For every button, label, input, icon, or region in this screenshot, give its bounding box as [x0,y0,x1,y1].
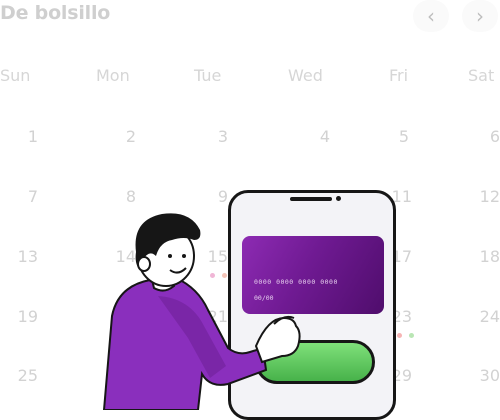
weekday-fri: Fri [389,66,409,85]
day-cell[interactable]: 3 [198,127,228,146]
weekday-tue: Tue [194,66,222,85]
day-cell[interactable]: 9 [198,187,228,206]
decor-dot [409,333,414,338]
hand-shape [254,316,301,364]
weekday-wed: Wed [288,66,323,85]
chevron-right-icon: › [476,4,484,28]
day-cell[interactable]: 2 [106,127,136,146]
day-cell[interactable]: 25 [8,366,38,385]
next-month-button[interactable]: › [462,0,498,32]
day-cell[interactable]: 8 [106,187,136,206]
decor-dot [397,333,402,338]
day-cell[interactable]: 4 [300,127,330,146]
calendar-title: De bolsillo [0,2,111,24]
day-cell[interactable]: 7 [8,187,38,206]
day-cell[interactable]: 5 [379,127,409,146]
day-cell[interactable]: 6 [470,127,500,146]
weekday-sat: Sat [468,66,495,85]
weekday-sun: Sun [0,66,31,85]
person-illustration [102,213,301,410]
weekday-mon: Mon [96,66,130,85]
day-cell[interactable]: 19 [8,307,38,326]
phone-camera [336,196,341,201]
day-cell[interactable]: 12 [470,187,500,206]
previous-month-button[interactable]: ‹ [413,0,449,32]
chevron-left-icon: ‹ [427,4,435,28]
day-cell[interactable]: 24 [470,307,500,326]
weekday-header-row: Sun Mon Tue Wed Fri Sat [0,66,500,90]
day-cell[interactable]: 1 [8,127,38,146]
day-cell[interactable]: 18 [470,247,500,266]
calendar-header: De bolsillo ‹ › [0,0,500,36]
phone-speaker [290,197,332,201]
shirt-shape [102,276,268,410]
day-cell[interactable]: 13 [8,247,38,266]
day-cell[interactable]: 30 [470,366,500,385]
